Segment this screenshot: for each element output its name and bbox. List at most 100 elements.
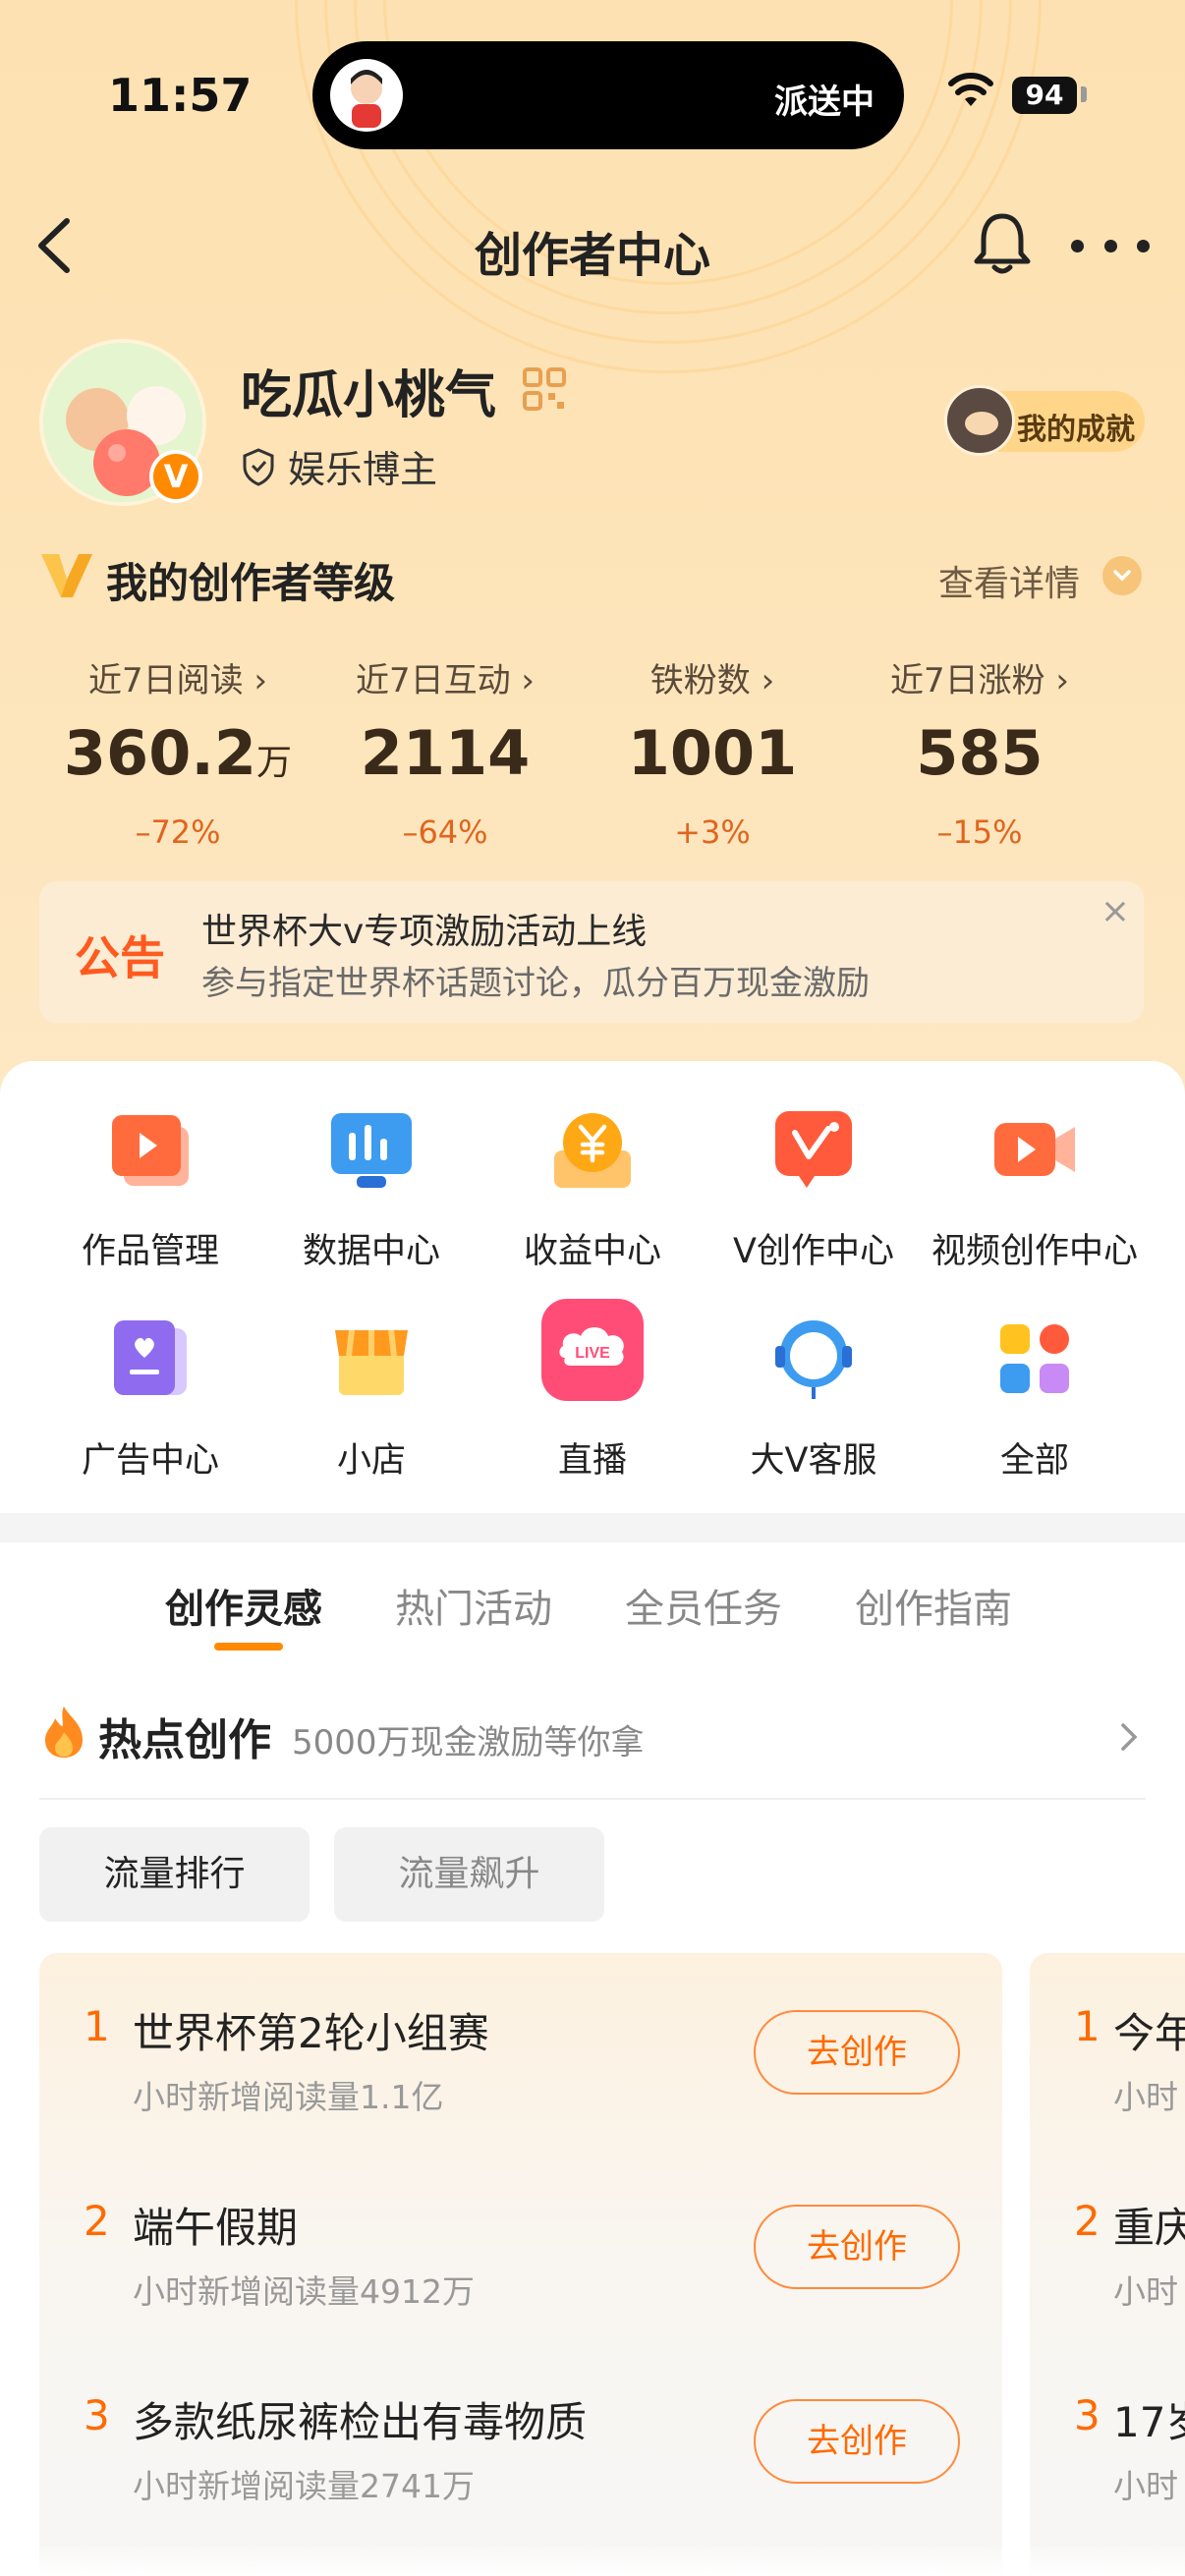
username: 吃瓜小桃气 bbox=[241, 366, 497, 425]
tab-creation-guide[interactable]: 创作指南 bbox=[855, 1577, 1012, 1634]
back-arrow-icon[interactable] bbox=[29, 211, 79, 280]
rank-number: 2 bbox=[84, 2197, 110, 2245]
role-tag: 娱乐博主 bbox=[241, 439, 437, 493]
hot-creation-title: 热点创作 bbox=[98, 1715, 271, 1765]
rank-title: 多款纸尿裤检出有毒物质 bbox=[133, 2398, 588, 2446]
stat-label: 铁粉数 › bbox=[649, 661, 775, 700]
inspiration-section: 创作灵感 热门活动 全员任务 创作指南 热点创作 5000万现金激励等你拿 流量… bbox=[0, 1542, 1185, 2576]
status-time: 11:57 bbox=[108, 69, 253, 122]
tool-v-creation-center[interactable]: V创作中心 bbox=[701, 1105, 927, 1273]
rank-number: 3 bbox=[1074, 2391, 1100, 2439]
dynamic-island[interactable]: 派送中 bbox=[312, 41, 904, 149]
rank-title: 端午假期 bbox=[133, 2204, 299, 2252]
hot-creation-subtitle: 5000万现金激励等你拿 bbox=[292, 1723, 645, 1763]
fire-icon bbox=[45, 1707, 83, 1758]
data-icon bbox=[327, 1105, 416, 1194]
list-item[interactable]: 2 端午假期 小时新增阅读量4912万 去创作 bbox=[39, 2167, 1002, 2344]
tool-vip-customer-service[interactable]: 大V客服 bbox=[701, 1315, 927, 1483]
creator-level-title: 我的创作者等级 bbox=[106, 559, 396, 607]
battery-tip bbox=[1081, 86, 1087, 102]
rank-subtitle: 小时 bbox=[1113, 2272, 1178, 2311]
more-options-icon[interactable] bbox=[1071, 216, 1150, 275]
stat-label: 近7日涨粉 › bbox=[889, 661, 1070, 700]
ranking-card-next[interactable]: 1 今年 小时 2 重庆 小时 3 17岁 小时 bbox=[1030, 1953, 1185, 2576]
close-icon[interactable]: × bbox=[1100, 891, 1130, 931]
stat-label: 近7日互动 › bbox=[355, 661, 536, 700]
announcement-subtitle: 参与指定世界杯话题讨论，瓜分百万现金激励 bbox=[201, 964, 870, 1003]
tool-all[interactable]: 全部 bbox=[922, 1315, 1148, 1483]
tab-all-member-tasks[interactable]: 全员任务 bbox=[625, 1577, 782, 1634]
stat-interactions[interactable]: 近7日互动 › 2114 –64% bbox=[311, 653, 579, 851]
achievement-icon bbox=[944, 385, 1015, 456]
v-create-icon bbox=[769, 1105, 858, 1194]
tool-label: 作品管理 bbox=[81, 1232, 219, 1271]
tool-label: 直播 bbox=[557, 1441, 627, 1481]
rank-subtitle: 小时新增阅读量4912万 bbox=[133, 2272, 475, 2311]
tool-ad-center[interactable]: 广告中心 bbox=[37, 1315, 263, 1483]
tool-live[interactable]: LIVE 直播 bbox=[480, 1299, 705, 1483]
live-icon: LIVE bbox=[539, 1297, 646, 1403]
stat-iron-fans[interactable]: 铁粉数 › 1001 +3% bbox=[579, 653, 846, 851]
chevron-down-icon[interactable] bbox=[1102, 556, 1142, 595]
stat-reads[interactable]: 近7日阅读 › 360.2万 –72% bbox=[44, 653, 311, 851]
rank-number: 1 bbox=[84, 2002, 110, 2050]
rank-subtitle: 小时 bbox=[1113, 2078, 1178, 2116]
shield-icon bbox=[243, 447, 274, 486]
tool-label: 广告中心 bbox=[81, 1441, 219, 1481]
divider bbox=[39, 1798, 1146, 1800]
go-create-button[interactable]: 去创作 bbox=[754, 2205, 960, 2289]
view-details-link[interactable]: 查看详情 bbox=[938, 555, 1080, 606]
delivery-avatar-icon bbox=[330, 59, 403, 132]
announcement-title: 世界杯大v专项激励活动上线 bbox=[201, 912, 648, 952]
tool-label: 全部 bbox=[999, 1441, 1069, 1481]
chevron-right-icon[interactable] bbox=[1117, 1719, 1141, 1755]
stat-change: –64% bbox=[402, 813, 488, 851]
achievement-label: 我的成就 bbox=[1017, 413, 1135, 447]
qr-code-icon[interactable] bbox=[521, 365, 568, 413]
stat-change: –15% bbox=[936, 813, 1023, 851]
rank-number: 2 bbox=[1074, 2197, 1100, 2245]
verified-v-badge: V bbox=[149, 450, 202, 503]
go-create-button[interactable]: 去创作 bbox=[754, 2010, 960, 2095]
rank-subtitle: 小时 bbox=[1113, 2467, 1178, 2505]
tool-label: 小店 bbox=[336, 1441, 406, 1481]
my-achievement-button[interactable]: 我的成就 bbox=[944, 385, 1145, 456]
ranking-card: 1 世界杯第2轮小组赛 小时新增阅读量1.1亿 去创作 2 端午假期 小时新增阅… bbox=[39, 1953, 1002, 2576]
tab-hot-activities[interactable]: 热门活动 bbox=[395, 1577, 552, 1634]
rank-number: 1 bbox=[1074, 2002, 1100, 2050]
stat-value: 2114 bbox=[360, 717, 531, 789]
shop-icon bbox=[327, 1315, 416, 1403]
tool-label: 大V客服 bbox=[750, 1441, 877, 1481]
tool-data-center[interactable]: 数据中心 bbox=[258, 1105, 484, 1273]
rank-title: 重庆 bbox=[1113, 2204, 1185, 2252]
tool-works-management[interactable]: 作品管理 bbox=[37, 1105, 263, 1273]
chip-traffic-ranking[interactable]: 流量排行 bbox=[39, 1827, 310, 1922]
level-v-icon bbox=[41, 554, 92, 597]
wifi-icon bbox=[948, 73, 993, 106]
island-status-text: 派送中 bbox=[774, 83, 875, 122]
rank-subtitle: 小时新增阅读量1.1亿 bbox=[133, 2078, 444, 2116]
creator-tools-grid: 作品管理 数据中心 收益中心 V创作中心 视频创作中心 广告中心 小店 LIVE… bbox=[0, 1061, 1185, 1513]
tab-creation-inspiration[interactable]: 创作灵感 bbox=[165, 1577, 322, 1634]
list-item[interactable]: 3 多款纸尿裤检出有毒物质 小时新增阅读量2741万 去创作 bbox=[39, 2362, 1002, 2539]
list-item[interactable]: 1 世界杯第2轮小组赛 小时新增阅读量1.1亿 去创作 bbox=[39, 1973, 1002, 2150]
tool-label: 视频创作中心 bbox=[931, 1232, 1138, 1271]
service-icon bbox=[769, 1315, 858, 1403]
tool-label: 收益中心 bbox=[523, 1232, 661, 1271]
announcement-tag: 公告 bbox=[75, 931, 165, 984]
battery-indicator: 94 bbox=[1012, 77, 1077, 114]
tool-shop[interactable]: 小店 bbox=[258, 1315, 484, 1483]
go-create-button[interactable]: 去创作 bbox=[754, 2399, 960, 2484]
active-tab-indicator bbox=[214, 1643, 283, 1651]
stat-value: 1001 bbox=[627, 717, 798, 789]
announcement-banner[interactable]: 公告 世界杯大v专项激励活动上线 参与指定世界杯话题讨论，瓜分百万现金激励 × bbox=[39, 881, 1144, 1023]
tool-income-center[interactable]: 收益中心 bbox=[480, 1105, 705, 1273]
stat-new-fans[interactable]: 近7日涨粉 › 585 –15% bbox=[846, 653, 1113, 851]
tool-video-creation-center[interactable]: 视频创作中心 bbox=[922, 1105, 1148, 1273]
works-icon bbox=[106, 1105, 195, 1194]
rank-title: 今年 bbox=[1113, 2009, 1185, 2057]
bell-icon[interactable] bbox=[971, 208, 1034, 277]
chip-traffic-rising[interactable]: 流量飙升 bbox=[334, 1827, 604, 1922]
rank-number: 3 bbox=[84, 2391, 110, 2439]
stat-label: 近7日阅读 › bbox=[87, 661, 268, 700]
